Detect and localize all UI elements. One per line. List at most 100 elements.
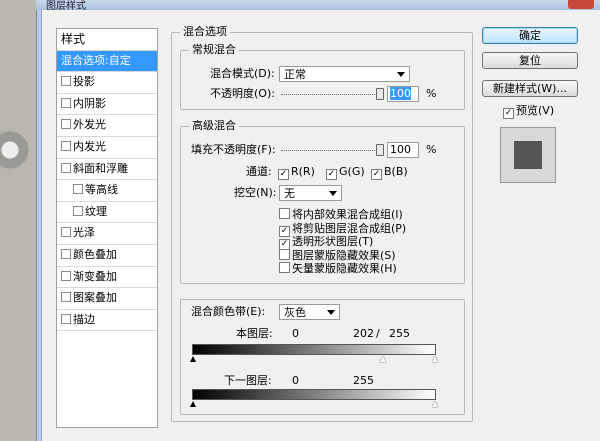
underlying-min: 0 (292, 374, 299, 387)
blend-if-label: 混合颜色带(E): (191, 305, 266, 318)
advanced-option-checkbox[interactable]: 矢量蒙版隐藏效果(H) (279, 262, 397, 275)
checkbox-box (279, 262, 290, 273)
advanced-blending-title: 高级混合 (189, 119, 239, 133)
style-item[interactable]: 等高线 (57, 180, 157, 202)
check-icon: ✓ (371, 169, 382, 180)
style-item-label: 内阴影 (73, 96, 106, 110)
check-icon: ✓ (503, 108, 514, 119)
style-item-label: 混合选项:自定 (61, 53, 131, 67)
this-layer-black-marker[interactable] (190, 356, 196, 362)
style-checkbox[interactable] (73, 184, 83, 195)
style-checkbox[interactable] (61, 76, 71, 87)
reset-button[interactable]: 复位 (482, 52, 578, 69)
style-item-label: 投影 (73, 75, 95, 89)
general-blending-title: 常规混合 (189, 43, 239, 57)
chevron-down-icon (397, 72, 405, 77)
blend-mode-select[interactable]: 正常 (279, 66, 410, 82)
style-item[interactable]: 图案叠加 (57, 288, 157, 310)
fill-opacity-slider-thumb[interactable] (376, 144, 384, 156)
blend-if-group: 混合颜色带(E): 灰色 本图层: 0 202 / 255 下一图层: 0 25… (180, 299, 465, 415)
general-blending-group: 常规混合 混合模式(D): 正常 不透明度(O): 100 % (180, 43, 465, 110)
advanced-blending-group: 高级混合 填充不透明度(F): 100 % 通道: ✓ R(R) ✓ G(G) ✓ B… (180, 119, 465, 284)
fill-opacity-input[interactable]: 100 (387, 142, 419, 158)
check-icon: ✓ (326, 169, 337, 180)
blend-mode-label: 混合模式(D): (210, 67, 275, 80)
opacity-slider-thumb[interactable] (376, 88, 384, 100)
knockout-label: 挖空(N): (234, 186, 277, 199)
chevron-down-icon (329, 191, 337, 196)
style-checkbox[interactable] (73, 205, 83, 216)
style-item[interactable]: 投影 (57, 72, 157, 94)
this-layer-sep: / (376, 327, 380, 340)
blend-mode-value: 正常 (284, 68, 306, 81)
style-item[interactable]: 混合选项:自定 (57, 50, 157, 73)
opacity-unit: % (426, 87, 437, 100)
style-item-label: 斜面和浮雕 (73, 161, 128, 175)
knockout-select[interactable]: 无 (279, 185, 342, 201)
this-layer-white-marker[interactable] (432, 356, 438, 362)
opacity-input[interactable]: 100 (387, 86, 419, 102)
this-layer-split: 202 (353, 327, 374, 340)
this-layer-max: 255 (389, 327, 410, 340)
fill-opacity-label: 填充不透明度(F): (191, 143, 276, 156)
this-layer-split-marker[interactable] (380, 356, 386, 362)
style-item-label: 纹理 (85, 204, 107, 218)
style-preview-thumbnail (500, 127, 556, 183)
blend-if-select[interactable]: 灰色 (279, 304, 340, 320)
style-checkbox[interactable] (61, 313, 71, 324)
underlying-layer-label: 下一图层: (224, 374, 272, 387)
channel-g-checkbox[interactable]: ✓ G(G) (326, 165, 365, 180)
style-item[interactable]: 斜面和浮雕 (57, 159, 157, 181)
knockout-value: 无 (284, 187, 295, 200)
advanced-option-checkbox[interactable]: 图层蒙版隐藏效果(S) (279, 248, 396, 262)
style-checkbox[interactable] (61, 97, 71, 108)
style-item[interactable]: 光泽 (57, 223, 157, 245)
blend-options-title: 混合选项 (180, 25, 230, 39)
chevron-down-icon (327, 310, 335, 315)
style-item-label: 等高线 (85, 183, 118, 197)
underlying-max: 255 (353, 374, 374, 387)
style-item[interactable]: 渐变叠加 (57, 267, 157, 289)
advanced-option-checkbox[interactable]: 将内部效果混合成组(I) (279, 208, 403, 221)
style-checkbox[interactable] (61, 248, 71, 259)
style-checkbox[interactable] (61, 119, 71, 130)
checkbox-box (279, 208, 290, 219)
this-layer-gradient (192, 344, 436, 355)
style-item-label: 描边 (73, 312, 95, 326)
ok-button[interactable]: 确定 (482, 27, 578, 44)
opacity-label: 不透明度(O): (210, 87, 275, 100)
style-item-label: 外发光 (73, 118, 106, 132)
style-item[interactable]: 外发光 (57, 115, 157, 137)
opacity-slider[interactable] (281, 94, 381, 96)
style-item-label: 渐变叠加 (73, 269, 117, 283)
close-button[interactable] (568, 0, 594, 9)
style-item[interactable]: 内发光 (57, 137, 157, 159)
style-checkbox[interactable] (61, 270, 71, 281)
preview-checkbox[interactable]: ✓ 预览(V) (503, 104, 554, 119)
channels-label: 通道: (246, 165, 272, 178)
underlying-black-marker[interactable] (190, 401, 196, 407)
style-checkbox[interactable] (61, 162, 71, 173)
style-item[interactable]: 内阴影 (57, 94, 157, 116)
style-checkbox[interactable] (61, 292, 71, 303)
style-item-label: 内发光 (73, 139, 106, 153)
style-item-label: 图案叠加 (73, 291, 117, 305)
underlying-gradient (192, 389, 436, 400)
layer-style-dialog: 样式 混合选项:自定投影内阴影外发光内发光斜面和浮雕等高线纹理光泽颜色叠加渐变叠… (36, 10, 600, 441)
new-style-button[interactable]: 新建样式(W)... (482, 80, 578, 97)
styles-header[interactable]: 样式 (57, 29, 157, 51)
fill-opacity-slider[interactable] (281, 150, 381, 152)
underlying-white-marker[interactable] (432, 401, 438, 407)
style-item-label: 光泽 (73, 226, 95, 240)
style-item[interactable]: 描边 (57, 310, 157, 332)
channel-b-checkbox[interactable]: ✓ B(B) (371, 165, 408, 180)
checkbox-box (279, 248, 290, 260)
style-item[interactable]: 纹理 (57, 202, 157, 224)
style-checkbox[interactable] (61, 140, 71, 151)
style-item[interactable]: 颜色叠加 (57, 245, 157, 267)
style-item-label: 颜色叠加 (73, 247, 117, 261)
preview-swatch (514, 141, 542, 169)
channel-r-checkbox[interactable]: ✓ R(R) (278, 165, 315, 180)
blend-options-group: 混合选项 常规混合 混合模式(D): 正常 不透明度(O): 100 % 高级混… (171, 25, 473, 422)
style-checkbox[interactable] (61, 227, 71, 238)
